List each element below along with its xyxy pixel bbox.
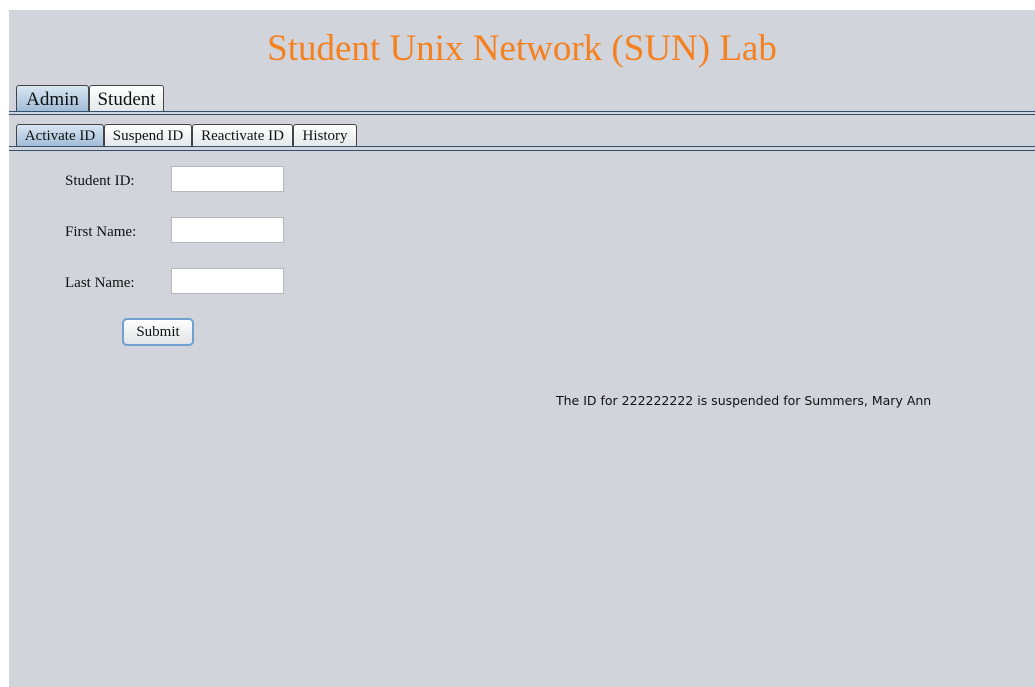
last-name-label: Last Name: bbox=[65, 275, 135, 291]
sun-lab-window: Student Unix Network (SUN) Lab Admin Stu… bbox=[9, 10, 1035, 687]
tab-history[interactable]: History bbox=[293, 124, 357, 147]
status-message: The ID for 222222222 is suspended for Su… bbox=[556, 393, 932, 408]
student-id-input[interactable] bbox=[171, 166, 284, 192]
main-tabs-divider bbox=[9, 111, 1035, 115]
tab-activate-id[interactable]: Activate ID bbox=[16, 124, 104, 147]
last-name-input[interactable] bbox=[171, 268, 284, 294]
sub-tabs-divider bbox=[9, 146, 1035, 151]
tab-reactivate-id[interactable]: Reactivate ID bbox=[192, 124, 293, 147]
first-name-label: First Name: bbox=[65, 224, 137, 240]
tab-admin[interactable]: Admin bbox=[16, 85, 89, 112]
page-title: Student Unix Network (SUN) Lab bbox=[267, 28, 777, 69]
tab-suspend-id[interactable]: Suspend ID bbox=[104, 124, 192, 147]
submit-button[interactable]: Submit bbox=[122, 318, 194, 346]
first-name-input[interactable] bbox=[171, 217, 284, 243]
student-id-label: Student ID: bbox=[65, 173, 135, 189]
tab-student[interactable]: Student bbox=[89, 85, 164, 112]
